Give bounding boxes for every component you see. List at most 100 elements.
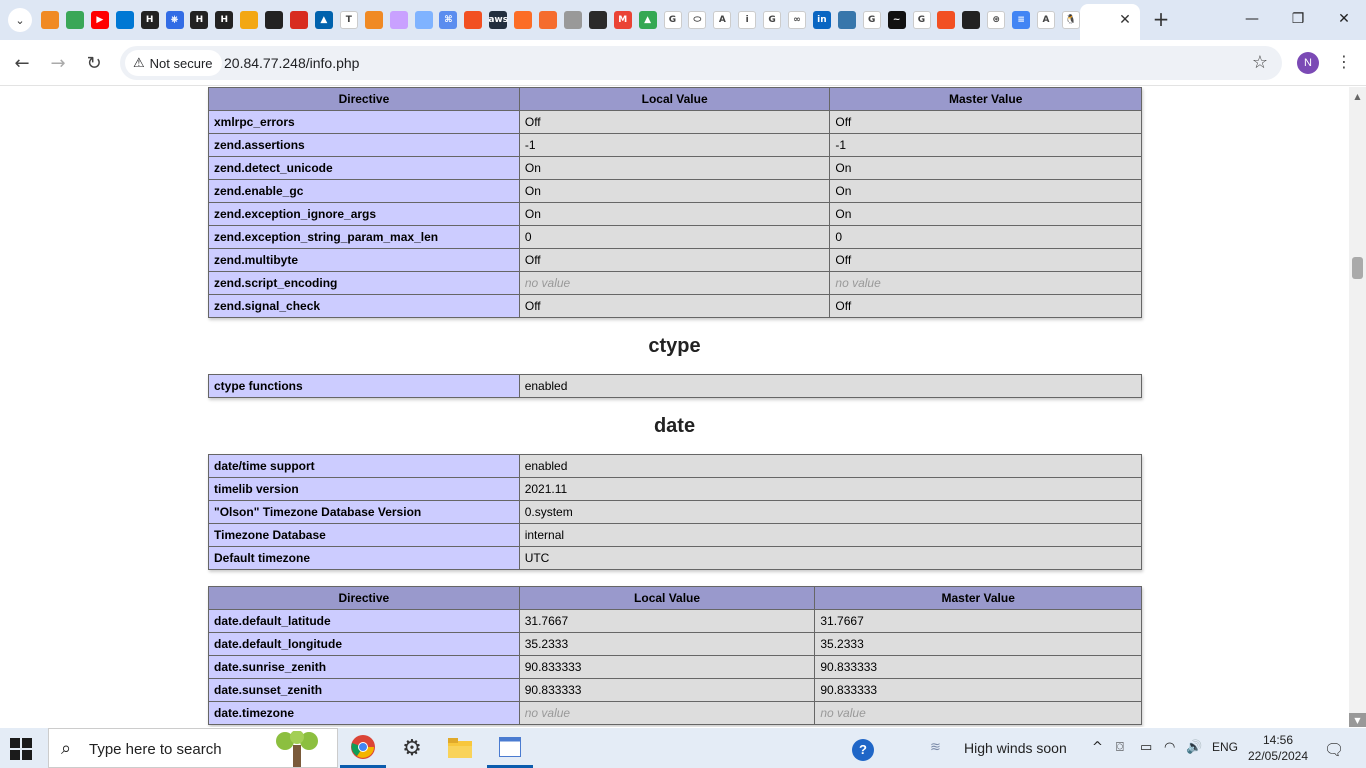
- box-icon[interactable]: [240, 11, 259, 29]
- search-placeholder: Type here to search: [89, 741, 222, 758]
- openai-icon[interactable]: ⊛: [987, 11, 1006, 29]
- profile-avatar[interactable]: N: [1297, 52, 1319, 74]
- notification-icon[interactable]: 🗨: [1324, 740, 1344, 759]
- table-row: ctype functions enabled: [208, 374, 1143, 398]
- page-scrollbar[interactable]: ▲ ▼: [1349, 87, 1366, 727]
- unity-icon[interactable]: [563, 11, 582, 29]
- cube-icon[interactable]: [364, 11, 383, 29]
- directive-value: Off: [518, 248, 831, 272]
- github-icon[interactable]: [265, 11, 284, 29]
- azure-icon[interactable]: A: [1037, 11, 1055, 29]
- cube-outline-icon[interactable]: [389, 11, 408, 29]
- grid-icon[interactable]: ⌘: [439, 11, 458, 29]
- help-icon[interactable]: ?: [852, 739, 874, 761]
- info-icon[interactable]: i: [738, 11, 757, 29]
- taskbar-chrome-icon[interactable]: [340, 728, 386, 768]
- windows-icon[interactable]: [464, 11, 483, 29]
- directive-name: ctype functions: [208, 374, 520, 398]
- hashicorp-icon[interactable]: H: [190, 11, 209, 29]
- scroll-up-arrow-icon[interactable]: ▲: [1349, 89, 1366, 103]
- reload-button[interactable]: ↻: [82, 51, 106, 75]
- directive-value: On: [829, 156, 1142, 180]
- monitor-icon[interactable]: ~: [887, 11, 906, 29]
- taskbar-clock[interactable]: 14:56 22/05/2024: [1247, 732, 1309, 764]
- google-icon[interactable]: G: [862, 11, 881, 29]
- azure-devops-icon[interactable]: [115, 11, 134, 29]
- google-icon[interactable]: G: [663, 11, 682, 29]
- linkedin-icon[interactable]: in: [812, 11, 831, 29]
- kubernetes-icon[interactable]: ⎈: [165, 11, 184, 29]
- azure-icon[interactable]: A: [713, 11, 732, 29]
- directive-value: enabled: [518, 374, 1143, 398]
- browser-menu-icon[interactable]: ⋮: [1336, 52, 1352, 71]
- gmail-icon[interactable]: M: [613, 11, 632, 29]
- address-bar[interactable]: ⚠ Not secure 20.84.77.248/info.php ☆: [120, 46, 1282, 80]
- directive-value: On: [518, 179, 831, 203]
- wifi-icon[interactable]: ◠: [1164, 740, 1175, 755]
- back-button[interactable]: ←: [10, 51, 34, 75]
- meet-now-icon[interactable]: ⌼: [1116, 740, 1124, 755]
- cube-icon[interactable]: [41, 11, 59, 29]
- url-text[interactable]: 20.84.77.248/info.php: [224, 55, 359, 71]
- language-indicator[interactable]: ENG: [1212, 740, 1238, 754]
- youtube-icon[interactable]: ▶: [90, 11, 109, 29]
- security-chip[interactable]: ⚠ Not secure: [125, 50, 222, 76]
- aws-icon[interactable]: aws: [488, 11, 508, 29]
- search-highlight-tree-icon: [276, 731, 318, 767]
- tray-chevron-up-icon[interactable]: ^: [1092, 740, 1103, 755]
- bookmark-star-icon[interactable]: ☆: [1252, 52, 1268, 73]
- restore-button[interactable]: ❐: [1284, 8, 1312, 30]
- directive-value: no value: [829, 271, 1142, 295]
- close-window-button[interactable]: ✕: [1330, 8, 1358, 30]
- directive-value: On: [829, 179, 1142, 203]
- link-icon[interactable]: ∞: [788, 11, 806, 29]
- redis-icon[interactable]: [290, 11, 308, 29]
- scrollbar-thumb[interactable]: [1352, 257, 1363, 279]
- weather-text[interactable]: High winds soon: [964, 740, 1067, 756]
- google-icon[interactable]: G: [763, 11, 782, 29]
- wind-weather-icon: ≋: [930, 740, 941, 755]
- cube-outline-icon[interactable]: [414, 11, 433, 29]
- hashicorp-icon[interactable]: H: [140, 11, 159, 29]
- t-icon[interactable]: T: [339, 11, 358, 29]
- hashicorp-icon[interactable]: H: [215, 11, 234, 29]
- drive-icon[interactable]: ▲: [638, 11, 657, 29]
- directive-name: zend.enable_gc: [208, 179, 520, 203]
- cloud-icon[interactable]: [65, 11, 84, 29]
- directive-value: On: [518, 156, 831, 180]
- new-tab-button[interactable]: +: [1150, 7, 1172, 31]
- minimize-button[interactable]: —: [1238, 8, 1266, 30]
- docs-icon[interactable]: ≡: [1012, 11, 1031, 29]
- browser-toolbar: ← → ↻ ⚠ Not secure 20.84.77.248/info.php…: [0, 40, 1366, 86]
- microsoft-icon[interactable]: [937, 11, 956, 29]
- directive-value: Off: [829, 248, 1142, 272]
- table-row: zend.exception_ignore_args On On: [208, 202, 1142, 226]
- python-icon[interactable]: [837, 11, 856, 29]
- close-tab-icon[interactable]: ✕: [1116, 11, 1134, 29]
- taskbar-window-app-icon[interactable]: [487, 728, 533, 768]
- google-icon[interactable]: G: [912, 11, 931, 29]
- terraform-icon[interactable]: [588, 11, 607, 29]
- table-row: date.default_longitude 35.2333 35.2333: [208, 632, 1142, 656]
- azure-icon[interactable]: ▲: [314, 11, 333, 29]
- directive-value: 2021.11: [518, 477, 1143, 501]
- battery-icon[interactable]: ▭: [1140, 740, 1152, 755]
- tab-search-dropdown[interactable]: ⌄: [8, 8, 32, 32]
- directive-value: 0.system: [518, 500, 1143, 524]
- windows-start-icon[interactable]: [10, 738, 32, 760]
- gitlab-icon[interactable]: [514, 11, 533, 29]
- table-row: zend.assertions -1 -1: [208, 133, 1142, 157]
- taskbar-settings-gear-icon[interactable]: ⚙: [389, 728, 435, 768]
- scroll-down-arrow-icon[interactable]: ▼: [1349, 713, 1366, 727]
- github-icon[interactable]: [962, 11, 981, 29]
- volume-icon[interactable]: 🔊: [1186, 740, 1202, 755]
- oracle-icon[interactable]: ⬭: [688, 11, 707, 29]
- directive-name: zend.multibyte: [208, 248, 520, 272]
- ctype-table: ctype functions enabled: [208, 374, 1143, 398]
- helm-icon[interactable]: [539, 11, 557, 29]
- taskbar-file-explorer-icon[interactable]: [437, 728, 483, 768]
- taskbar-search-box[interactable]: ⌕ Type here to search: [48, 728, 338, 768]
- penguin-icon[interactable]: 🐧: [1061, 11, 1080, 29]
- security-label: Not secure: [149, 55, 213, 71]
- forward-button[interactable]: →: [46, 51, 70, 75]
